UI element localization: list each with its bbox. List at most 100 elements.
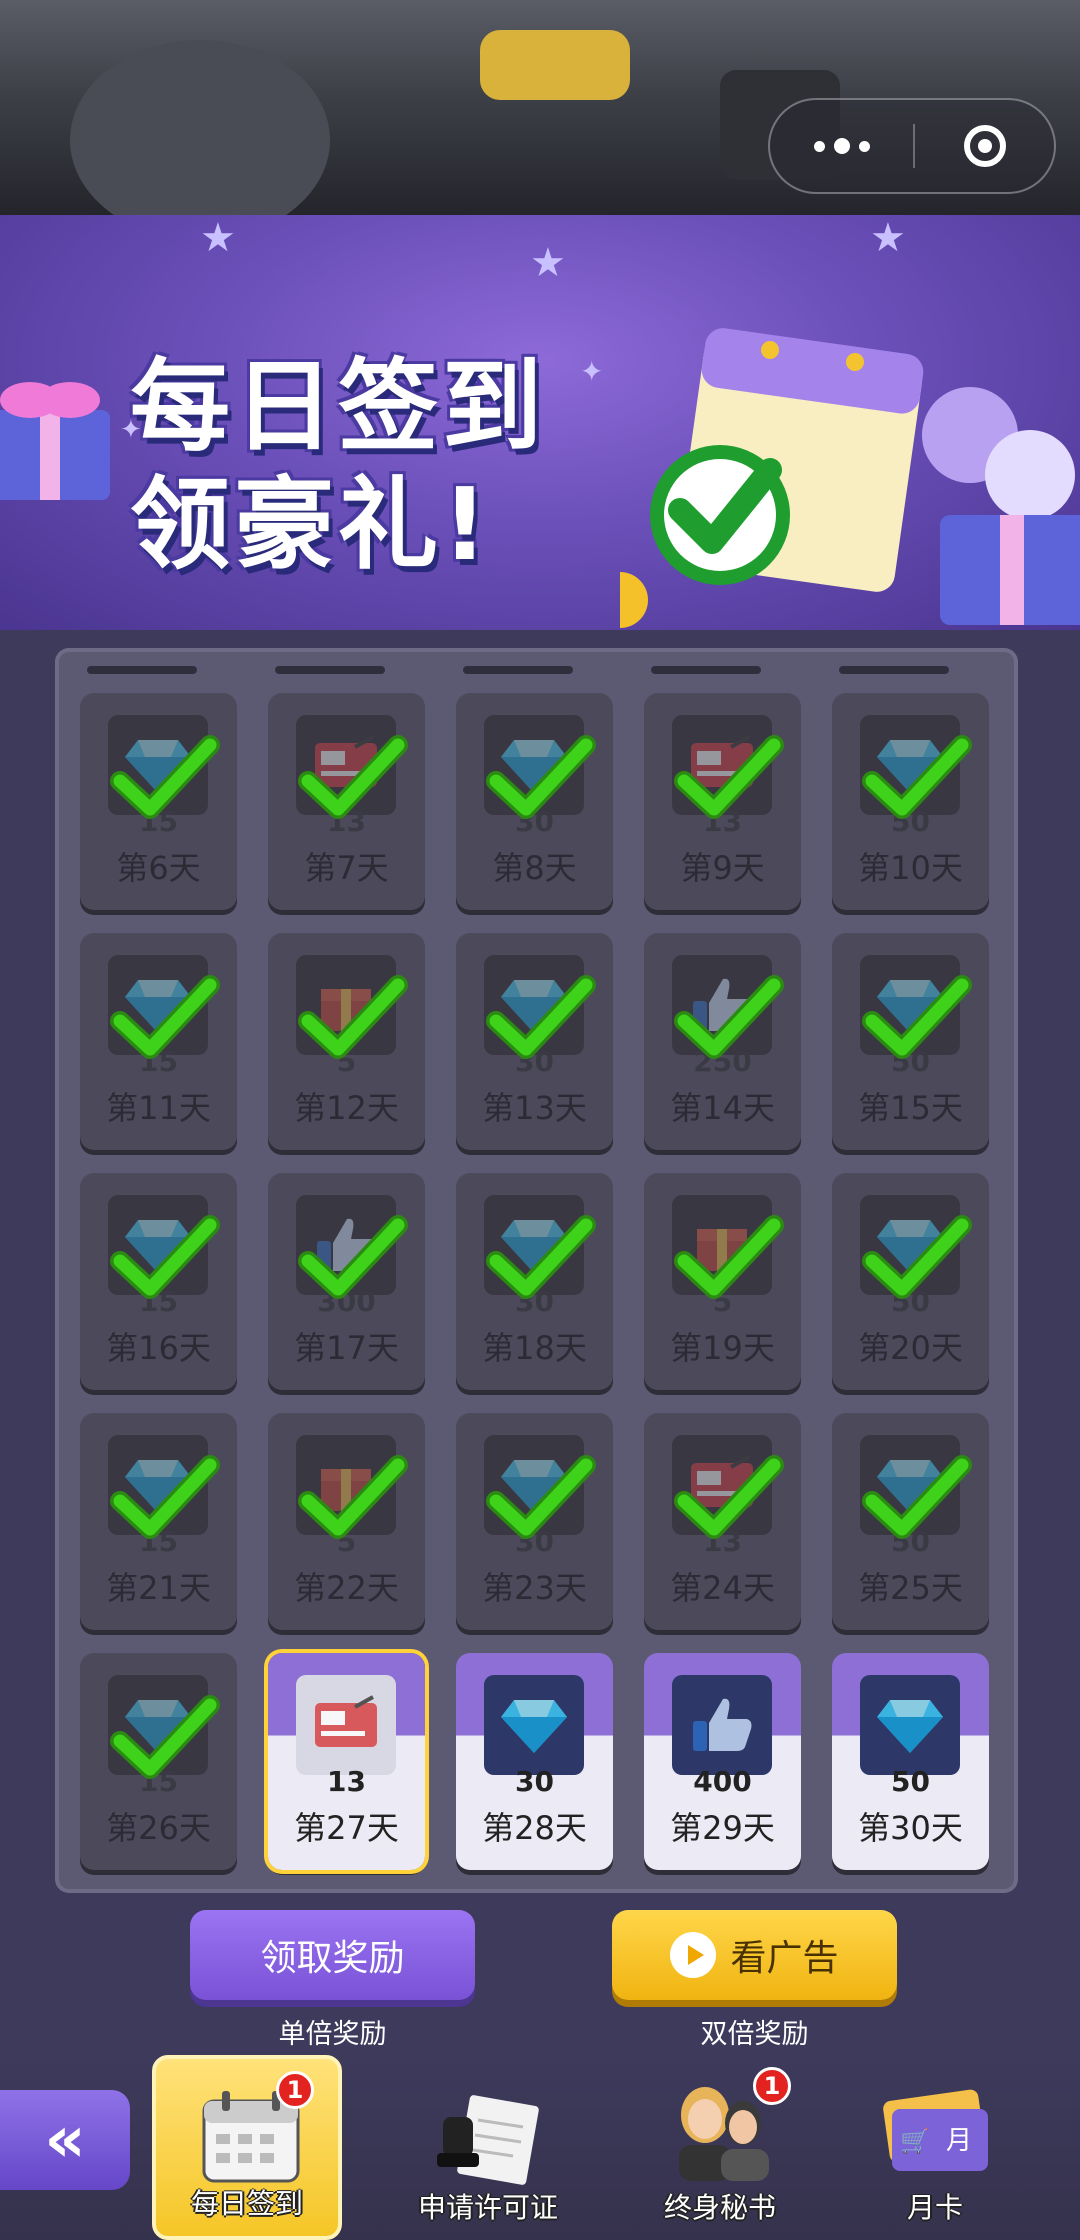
reward-cell-day[interactable]: 13 第27天: [268, 1653, 425, 1870]
checkmark-icon: [486, 1215, 596, 1299]
balloons-gift-icon: [922, 387, 1080, 625]
svg-text:🛒: 🛒: [900, 2127, 930, 2155]
day-label: 第14天: [670, 1089, 775, 1127]
tab-month-card[interactable]: 🛒 月 月卡: [840, 2055, 1030, 2240]
day-label: 第23天: [482, 1569, 587, 1607]
checkmark-icon: [862, 1455, 972, 1539]
day-label: 第24天: [670, 1569, 775, 1607]
reward-cell-day: 50 第15天: [832, 933, 989, 1150]
reward-cell-day: 250 第14天: [644, 933, 801, 1150]
reward-cell-day: 15 第6天: [80, 693, 237, 910]
reward-amount: 400: [693, 1765, 752, 1798]
day-label: 第18天: [482, 1329, 587, 1367]
reward-cell-day: 50 第25天: [832, 1413, 989, 1630]
checkmark-icon: [862, 735, 972, 819]
day-label: 第28天: [482, 1809, 587, 1847]
claim-reward-button[interactable]: 领取奖励: [190, 1910, 475, 2000]
game-scene-background: [0, 0, 1080, 215]
month-card-icon: 🛒 月: [883, 2089, 988, 2171]
checkmark-icon: [110, 1695, 220, 1779]
target-icon: [963, 125, 1006, 167]
reward-cell-day: 13 第7天: [268, 693, 425, 910]
checkmark-icon: [674, 975, 784, 1059]
reward-cell-day[interactable]: 400 第29天: [644, 1653, 801, 1870]
scene-sphere: [70, 40, 330, 215]
day-label: 第8天: [492, 849, 577, 887]
dot-icon: [833, 138, 850, 154]
checkmark-icon: [110, 1215, 220, 1299]
checkmark-icon: [862, 1215, 972, 1299]
day-label: 第27天: [294, 1809, 399, 1847]
stamp-icon: [437, 2095, 539, 2185]
reward-cell-day: 50 第20天: [832, 1173, 989, 1390]
row-divider: [839, 666, 949, 674]
notification-badge: 1: [753, 2067, 791, 2105]
tab-label: 申请许可证: [417, 2191, 558, 2224]
tab-lifetime-secretary[interactable]: 1 终身秘书: [625, 2055, 815, 2240]
reward-cell-day[interactable]: 50 第30天: [832, 1653, 989, 1870]
checkmark-icon: [486, 735, 596, 819]
reward-cell-day: 5 第19天: [644, 1173, 801, 1390]
checkmark-icon: [110, 975, 220, 1059]
reward-cell-day: 30 第23天: [456, 1413, 613, 1630]
row-divider: [275, 666, 385, 674]
watch-ad-button[interactable]: 看广告: [612, 1910, 897, 2000]
reward-amount: 50: [891, 1765, 930, 1798]
day-label: 第12天: [294, 1089, 399, 1127]
checkmark-icon: [110, 1455, 220, 1539]
reward-cell-day: 30 第13天: [456, 933, 613, 1150]
checkmark-icon: [486, 975, 596, 1059]
gift-box-icon: [0, 382, 110, 500]
reward-cell-day: 15 第16天: [80, 1173, 237, 1390]
more-options-button[interactable]: [770, 100, 913, 192]
tab-daily-signin[interactable]: 1 每日签到: [152, 2055, 342, 2240]
checkmark-icon: [298, 1215, 408, 1299]
day-label: 第26天: [106, 1809, 211, 1847]
card-icon: [296, 1675, 396, 1775]
row-divider: [87, 666, 197, 674]
star-icon: ★: [530, 240, 566, 286]
row-divider: [651, 666, 761, 674]
reward-cell-day: 13 第24天: [644, 1413, 801, 1630]
day-label: 第21天: [106, 1569, 211, 1607]
reward-cell-day[interactable]: 30 第28天: [456, 1653, 613, 1870]
reward-cell-day: 300 第17天: [268, 1173, 425, 1390]
day-label: 第16天: [106, 1329, 211, 1367]
day-label: 第20天: [858, 1329, 963, 1367]
day-label: 第13天: [482, 1089, 587, 1127]
checkmark-icon: [674, 1455, 784, 1539]
checkmark-icon: [486, 1455, 596, 1539]
collapse-back-button[interactable]: «: [0, 2090, 130, 2190]
day-label: 第9天: [680, 849, 765, 887]
daily-signin-banner: ★ ★ ★ ✦ ✦ 每日签到 领豪礼!: [0, 215, 1080, 630]
day-label: 第6天: [116, 849, 201, 887]
reward-cell-day: 15 第11天: [80, 933, 237, 1150]
day-label: 第29天: [670, 1809, 775, 1847]
tab-apply-license[interactable]: 申请许可证: [393, 2055, 583, 2240]
checkmark-icon: [298, 1455, 408, 1539]
gem-icon: [860, 1675, 960, 1775]
star-icon: ★: [200, 215, 236, 261]
double-reward-caption: 双倍奖励: [700, 2019, 809, 2050]
gem-icon: [484, 1675, 584, 1775]
checkmark-icon: [110, 735, 220, 819]
close-miniprogram-button[interactable]: [915, 125, 1054, 167]
row-divider: [463, 666, 573, 674]
reward-cell-day: 15 第26天: [80, 1653, 237, 1870]
notification-badge: 1: [276, 2071, 314, 2109]
day-label: 第19天: [670, 1329, 775, 1367]
scene-gold-bags: [480, 30, 630, 100]
day-label: 第10天: [858, 849, 963, 887]
checkmark-icon: [298, 735, 408, 819]
reward-cell-day: 5 第22天: [268, 1413, 425, 1630]
reward-cell-day: 30 第8天: [456, 693, 613, 910]
signin-reward-grid: 15 第6天 13 第7天 30 第8天 13 第9天 50 第10天 15 第11天 5 第12天 30 第…: [55, 648, 1018, 1893]
day-label: 第7天: [304, 849, 389, 887]
month-card-text: 月: [946, 2126, 972, 2156]
tab-label: 终身秘书: [663, 2191, 776, 2224]
reward-cell-day: 13 第9天: [644, 693, 801, 910]
reward-cell-day: 15 第21天: [80, 1413, 237, 1630]
watch-ad-label: 看广告: [730, 1938, 839, 1979]
day-label: 第25天: [858, 1569, 963, 1607]
day-label: 第30天: [858, 1809, 963, 1847]
